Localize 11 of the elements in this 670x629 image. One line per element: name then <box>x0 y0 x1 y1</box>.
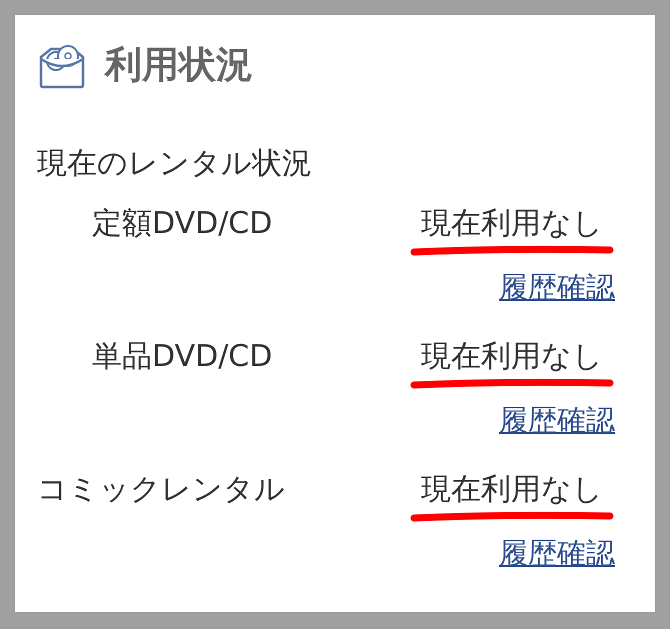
history-link[interactable]: 履歴確認 <box>499 273 615 302</box>
history-link[interactable]: 履歴確認 <box>499 539 615 568</box>
rental-type-label: コミックレンタル <box>37 471 286 505</box>
rental-type-label: 単品DVD/CD <box>92 338 274 372</box>
rental-status: 現在利用なし <box>421 471 603 505</box>
page-title: 利用状況 <box>105 46 253 82</box>
rental-status: 現在利用なし <box>421 338 603 372</box>
history-link[interactable]: 履歴確認 <box>499 406 615 435</box>
rental-status: 現在利用なし <box>421 205 603 239</box>
section-heading: 現在のレンタル状況 <box>37 149 313 179</box>
rental-type-label: 定額DVD/CD <box>92 205 274 239</box>
